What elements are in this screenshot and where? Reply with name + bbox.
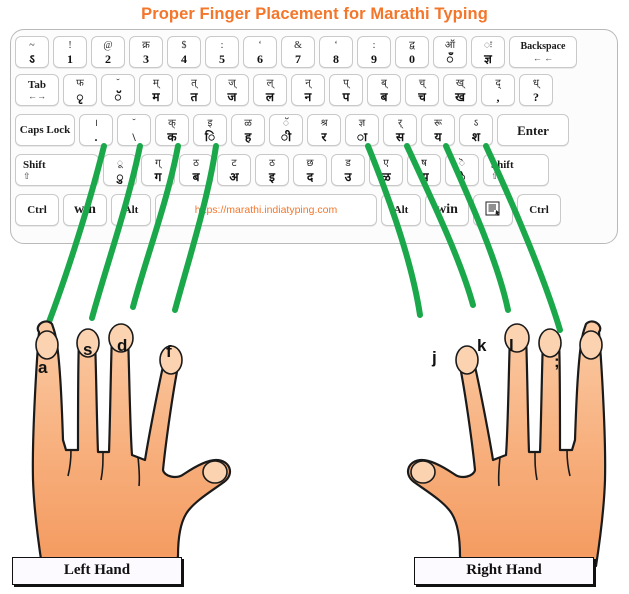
key-a[interactable]: ।.: [79, 114, 113, 146]
key-shift-right[interactable]: Shift ⇧: [483, 154, 549, 186]
key-9[interactable]: :9: [357, 36, 391, 68]
key-quote[interactable]: ऽश: [459, 114, 493, 146]
left-hand-illustration: [31, 320, 232, 568]
key-backspace[interactable]: Backspace ← ←: [509, 36, 577, 68]
key-k[interactable]: ज्ञा: [345, 114, 379, 146]
key-r[interactable]: त् त: [177, 74, 211, 106]
key-c[interactable]: ठब: [179, 154, 213, 186]
key-enter[interactable]: Enter: [497, 114, 569, 146]
key-shift-left[interactable]: Shift ⇧: [15, 154, 99, 186]
key-2[interactable]: @2: [91, 36, 125, 68]
right-hand-caption: Right Hand: [414, 557, 594, 585]
key-8[interactable]: ‘8: [319, 36, 353, 68]
key-x[interactable]: ग् ग: [141, 154, 175, 186]
key-semicolon[interactable]: रू य: [421, 114, 455, 146]
key-ctrl-left[interactable]: Ctrl: [15, 194, 59, 226]
shift-arrow-icon: ⇧: [23, 170, 31, 181]
key-bracket-left[interactable]: ख् ख: [443, 74, 477, 106]
key-space[interactable]: https://marathi.indiatyping.com: [155, 194, 377, 226]
key-e[interactable]: म् म: [139, 74, 173, 106]
key-t[interactable]: ज् ज: [215, 74, 249, 106]
key-n[interactable]: छद: [293, 154, 327, 186]
key-equal[interactable]: ः ज्ञ: [471, 36, 505, 68]
key-j[interactable]: श्र र: [307, 114, 341, 146]
key-o[interactable]: ब् ब: [367, 74, 401, 106]
key-tab[interactable]: Tab ←→: [15, 74, 59, 106]
right-hand-illustration: [406, 320, 607, 568]
key-s[interactable]: ̆\: [117, 114, 151, 146]
key-minus[interactable]: ऑँ: [433, 36, 467, 68]
backspace-arrow-icon: ← ←: [532, 53, 554, 63]
key-y[interactable]: ल् ल: [253, 74, 287, 106]
key-b[interactable]: ठइ: [255, 154, 289, 186]
key-context-menu[interactable]: [473, 194, 513, 226]
keyboard-diagram: ~ ऽ ! 1 @2 क्र 3 $4 :5 ‘6 & 7 ‘8 :9 द्व 0 ऑँ …: [10, 29, 618, 244]
key-6[interactable]: ‘6: [243, 36, 277, 68]
left-hand-caption: Left Hand: [12, 557, 182, 585]
key-comma[interactable]: एळ: [369, 154, 403, 186]
key-7[interactable]: & 7: [281, 36, 315, 68]
tab-arrow-icon: ←→: [28, 91, 46, 101]
key-p[interactable]: च् च: [405, 74, 439, 106]
key-ctrl-right[interactable]: Ctrl: [517, 194, 561, 226]
page-title: Proper Finger Placement for Marathi Typi…: [141, 5, 488, 23]
keyboard-row-home: Caps Lock ।. ̆\ क्क इि ळह ॅी श्रर ज्ञा र…: [15, 111, 573, 149]
watermark-url: https://marathi.indiatyping.com: [194, 203, 338, 216]
key-period[interactable]: षझ: [407, 154, 441, 186]
key-3[interactable]: क्र 3: [129, 36, 163, 68]
key-z[interactable]: ूु: [103, 154, 137, 186]
keyboard-row-bottom: Ctrl win Alt https://marathi.indiatyping…: [15, 191, 565, 229]
key-v[interactable]: टअ: [217, 154, 251, 186]
key-i[interactable]: प् प: [329, 74, 363, 106]
shift-arrow-icon: ⇧: [491, 170, 499, 181]
key-0[interactable]: द्व 0: [395, 36, 429, 68]
key-f[interactable]: इि: [193, 114, 227, 146]
menu-icon: [485, 201, 502, 220]
key-backslash[interactable]: ध्?: [519, 74, 553, 106]
key-slash[interactable]: ॆे: [445, 154, 479, 186]
key-h[interactable]: ॅी: [269, 114, 303, 146]
key-win-right[interactable]: win: [425, 194, 469, 226]
key-u[interactable]: न् न: [291, 74, 325, 106]
key-caps-lock[interactable]: Caps Lock: [15, 114, 75, 146]
key-win-left[interactable]: win: [63, 194, 107, 226]
key-m[interactable]: डउ: [331, 154, 365, 186]
keyboard-row-numbers: ~ ऽ ! 1 @2 क्र 3 $4 :5 ‘6 & 7 ‘8 :9 द्व 0 ऑँ …: [15, 33, 581, 71]
key-alt-left[interactable]: Alt: [111, 194, 151, 226]
key-w[interactable]: ̆ॅ: [101, 74, 135, 106]
key-1[interactable]: ! 1: [53, 36, 87, 68]
key-q[interactable]: फृ: [63, 74, 97, 106]
keyboard-row-top: Tab←→ फृ ̆ॅ म्म त्त ज्ज ल्ल न्न प्प ब्ब …: [15, 71, 557, 109]
key-backquote[interactable]: ~ ऽ: [15, 36, 49, 68]
key-d[interactable]: क् क: [155, 114, 189, 146]
key-l[interactable]: र् स: [383, 114, 417, 146]
keyboard-row-shift: Shift ⇧ ूु ग् ग ठब टअ ठइ छद डउ एळ षझ ॆे Sh…: [15, 151, 553, 189]
key-alt-right[interactable]: Alt: [381, 194, 421, 226]
key-g[interactable]: ळह: [231, 114, 265, 146]
key-4[interactable]: $4: [167, 36, 201, 68]
key-bracket-right[interactable]: द्,: [481, 74, 515, 106]
key-5[interactable]: :5: [205, 36, 239, 68]
